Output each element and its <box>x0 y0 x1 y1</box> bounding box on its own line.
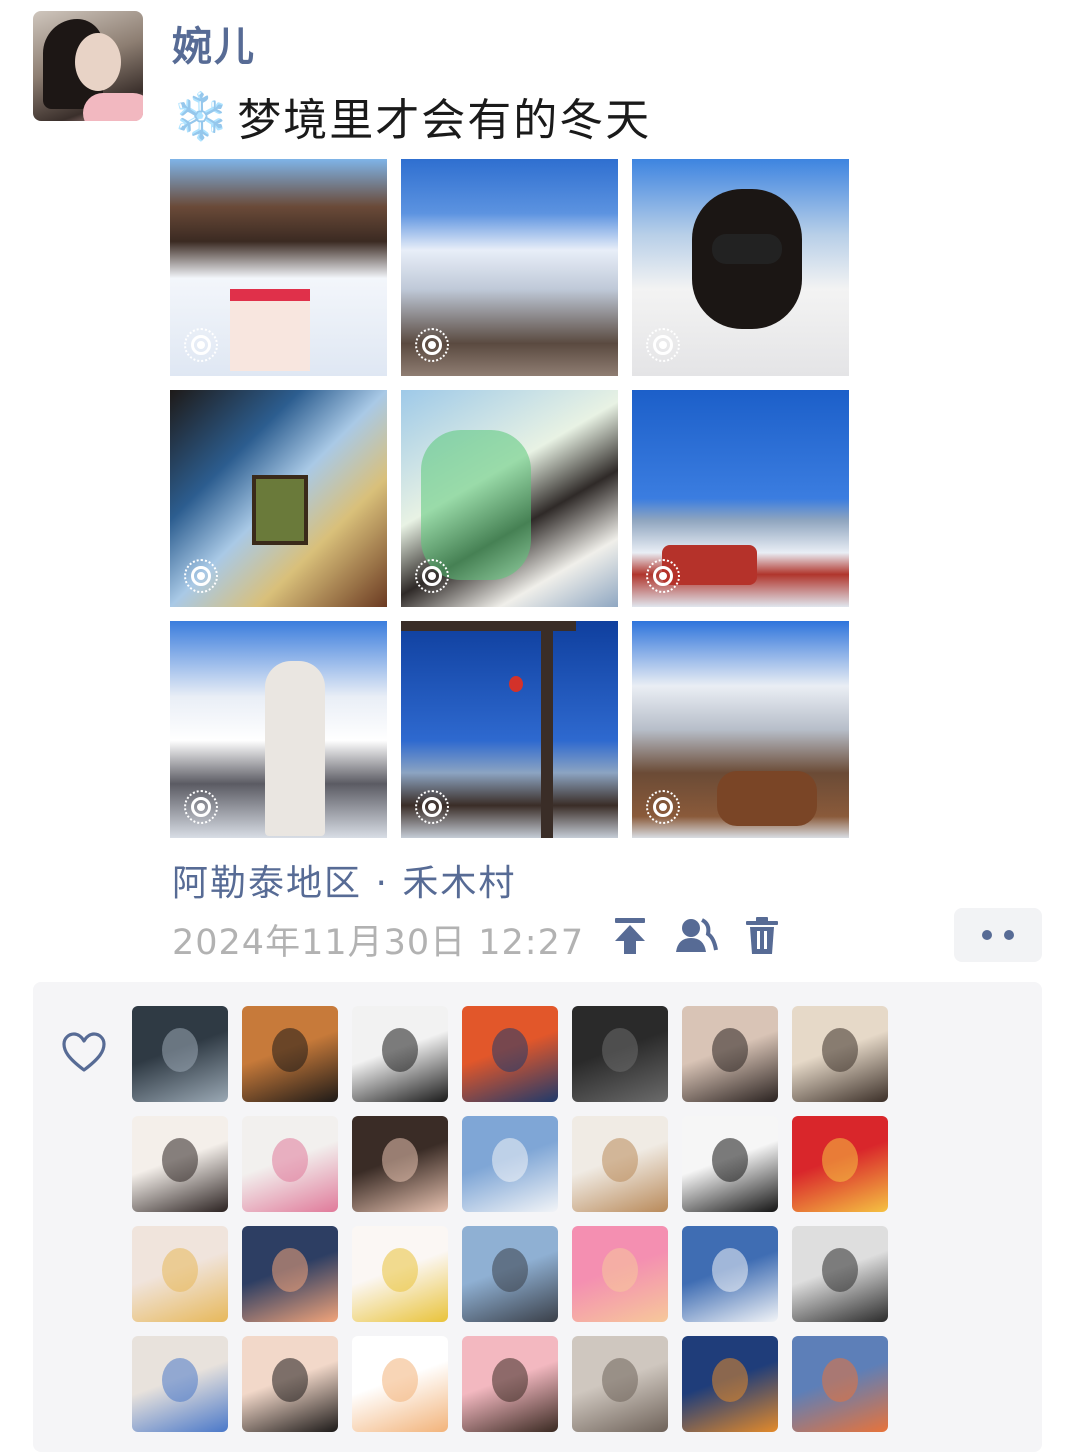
sunglasses-shape <box>712 234 782 264</box>
more-dots-icon <box>1004 930 1014 940</box>
liker-avatar-figure <box>272 1028 308 1072</box>
liker-avatar[interactable] <box>242 1006 338 1102</box>
liker-avatar[interactable] <box>682 1226 778 1322</box>
person-shape <box>265 661 325 836</box>
liker-avatar-figure <box>162 1138 198 1182</box>
photo-tile[interactable] <box>632 159 849 376</box>
liker-avatar[interactable] <box>792 1336 888 1432</box>
liker-avatar-figure <box>712 1138 748 1182</box>
photo-tile[interactable] <box>401 390 618 607</box>
liker-avatar[interactable] <box>572 1006 668 1102</box>
live-photo-icon <box>415 790 449 824</box>
liker-avatar[interactable] <box>792 1116 888 1212</box>
live-photo-icon <box>184 328 218 362</box>
liker-avatar[interactable] <box>132 1006 228 1102</box>
liker-avatar[interactable] <box>682 1336 778 1432</box>
trash-icon[interactable] <box>742 914 782 958</box>
liker-avatar[interactable] <box>462 1336 558 1432</box>
author-avatar[interactable] <box>33 11 143 121</box>
horse-shape <box>717 771 817 826</box>
liker-avatar-figure <box>162 1358 198 1402</box>
caption-text: 梦境里才会有的冬天 <box>237 95 652 146</box>
liker-avatar-figure <box>712 1248 748 1292</box>
liker-avatar-figure <box>822 1138 858 1182</box>
liker-avatar[interactable] <box>132 1226 228 1322</box>
liker-avatar[interactable] <box>792 1006 888 1102</box>
liker-avatar[interactable] <box>462 1226 558 1322</box>
photo-tile[interactable] <box>401 621 618 838</box>
liker-avatar[interactable] <box>682 1116 778 1212</box>
liker-avatar-figure <box>162 1028 198 1072</box>
liker-avatar-figure <box>382 1358 418 1402</box>
liker-avatar[interactable] <box>242 1116 338 1212</box>
liker-avatar-figure <box>822 1248 858 1292</box>
liker-avatar[interactable] <box>682 1006 778 1102</box>
photo-tile[interactable] <box>170 159 387 376</box>
liker-avatar[interactable] <box>242 1226 338 1322</box>
liker-avatar[interactable] <box>572 1116 668 1212</box>
liker-avatar[interactable] <box>792 1226 888 1322</box>
liker-avatar-figure <box>712 1358 748 1402</box>
visibility-icon[interactable] <box>674 914 718 958</box>
liker-avatar-figure <box>272 1138 308 1182</box>
live-photo-icon <box>415 559 449 593</box>
photo-tile[interactable] <box>632 390 849 607</box>
frame-shape <box>252 475 308 545</box>
gate-post-shape <box>541 621 553 838</box>
liker-avatar[interactable] <box>242 1336 338 1432</box>
liker-avatar[interactable] <box>352 1226 448 1322</box>
live-photo-icon <box>184 790 218 824</box>
avatar-clothing <box>83 93 143 121</box>
liker-avatar-figure <box>492 1248 528 1292</box>
liker-avatar-figure <box>382 1138 418 1182</box>
live-photo-icon <box>646 328 680 362</box>
liker-avatar-figure <box>602 1138 638 1182</box>
liker-avatar[interactable] <box>572 1226 668 1322</box>
drawn-flowers-shape <box>421 430 531 580</box>
photo-tile[interactable] <box>401 159 618 376</box>
liker-avatar[interactable] <box>462 1006 558 1102</box>
liker-avatar[interactable] <box>572 1336 668 1432</box>
liker-avatar[interactable] <box>132 1336 228 1432</box>
liker-avatar-figure <box>492 1358 528 1402</box>
liker-avatar[interactable] <box>352 1006 448 1102</box>
live-photo-icon <box>646 790 680 824</box>
photo-grid <box>170 159 850 838</box>
liker-avatar[interactable] <box>352 1116 448 1212</box>
cake-shape <box>230 289 310 371</box>
liker-avatar-figure <box>162 1248 198 1292</box>
avatar-face <box>75 33 121 91</box>
liker-avatar-figure <box>822 1028 858 1072</box>
liker-avatar-figure <box>822 1358 858 1402</box>
liker-avatar-figure <box>272 1248 308 1292</box>
liker-avatar-figure <box>602 1248 638 1292</box>
post-location[interactable]: 阿勒泰地区 · 禾木村 <box>172 854 516 906</box>
liker-avatar[interactable] <box>132 1116 228 1212</box>
more-dots-icon <box>982 930 992 940</box>
live-photo-icon <box>184 559 218 593</box>
post-caption: ❄️ 梦境里才会有的冬天 <box>172 84 651 148</box>
heart-outline-icon <box>62 1032 106 1072</box>
post-timestamp: 2024年11月30日 12:27 <box>172 923 585 963</box>
liker-avatar-figure <box>492 1028 528 1072</box>
liker-avatar-figure <box>272 1358 308 1402</box>
liker-avatar-figure <box>382 1248 418 1292</box>
liker-avatar-figure <box>602 1358 638 1402</box>
photo-tile[interactable] <box>170 621 387 838</box>
lantern-shape <box>509 676 523 692</box>
photo-tile[interactable] <box>170 390 387 607</box>
liker-avatar[interactable] <box>462 1116 558 1212</box>
liker-avatar-figure <box>382 1028 418 1072</box>
snowflake-emoji: ❄️ <box>172 88 232 143</box>
liker-avatar-figure <box>712 1028 748 1072</box>
liker-avatar[interactable] <box>352 1336 448 1432</box>
liker-avatar-figure <box>602 1028 638 1072</box>
photo-tile[interactable] <box>632 621 849 838</box>
more-button[interactable] <box>954 908 1042 962</box>
liker-avatar-figure <box>492 1138 528 1182</box>
pin-to-top-icon[interactable] <box>610 914 650 958</box>
live-photo-icon <box>415 328 449 362</box>
live-photo-icon <box>646 559 680 593</box>
author-name[interactable]: 婉儿 <box>172 14 256 72</box>
